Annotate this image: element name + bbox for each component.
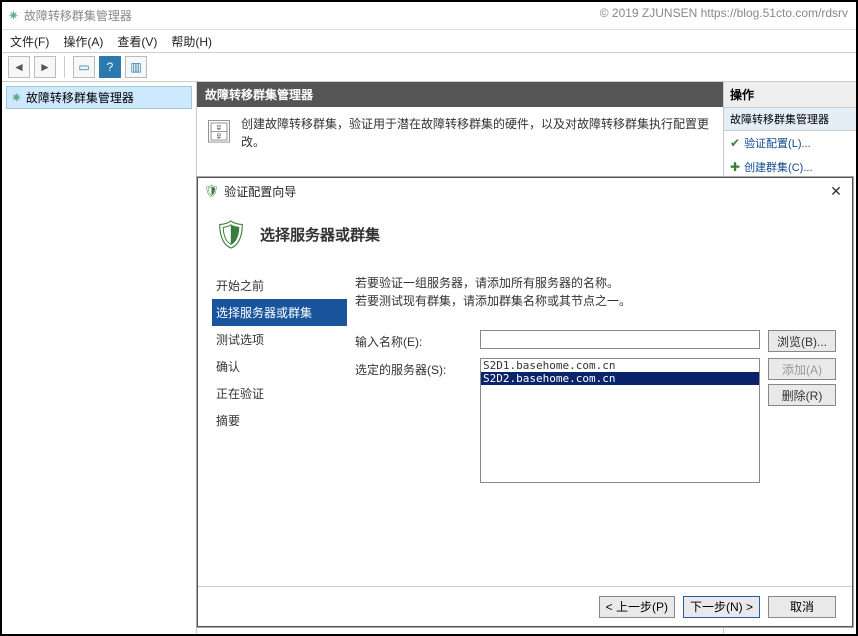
validate-icon: ✔: [730, 136, 740, 150]
action-create-cluster[interactable]: ✚ 创建群集(C)...: [724, 155, 856, 179]
nav-forward-button[interactable]: ►: [34, 56, 56, 78]
menu-bar: 文件(F) 操作(A) 查看(V) 帮助(H): [2, 30, 856, 52]
menu-action[interactable]: 操作(A): [63, 33, 103, 50]
nav-step-test-options[interactable]: 测试选项: [212, 326, 347, 353]
tree-pane: ✷ 故障转移群集管理器: [2, 82, 197, 634]
watermark: © 2019 ZJUNSEN https://blog.51cto.com/rd…: [600, 6, 848, 20]
wizard-dialog: 🛡 验证配置向导 ✕ 🛡 选择服务器或群集 开始之前 选择服务器或群集 测试选项…: [197, 177, 853, 627]
help-button[interactable]: ?: [99, 56, 121, 78]
add-button: 添加(A): [768, 358, 836, 380]
wizard-icon: 🛡: [204, 184, 219, 198]
shield-icon: 🛡: [212, 215, 250, 253]
selected-servers-label: 选定的服务器(S):: [355, 358, 480, 378]
wizard-titlebar: 🛡 验证配置向导 ✕: [198, 178, 852, 204]
wizard-instructions: 若要验证一组服务器，请添加所有服务器的名称。 若要测试现有群集，请添加群集名称或…: [355, 274, 836, 310]
toolbar: ◄ ► ▭ ? ▥: [2, 52, 856, 82]
wizard-header: 🛡 选择服务器或群集: [198, 204, 852, 264]
selected-servers-list[interactable]: S2D1.basehome.com.cn S2D2.basehome.com.c…: [480, 358, 760, 483]
action-validate[interactable]: ✔ 验证配置(L)...: [724, 131, 856, 155]
toolbar-separator: [64, 56, 65, 78]
cancel-button[interactable]: 取消: [768, 596, 836, 618]
menu-help[interactable]: 帮助(H): [171, 33, 212, 50]
nav-step-before[interactable]: 开始之前: [212, 272, 347, 299]
refresh-button[interactable]: ▥: [125, 56, 147, 78]
nav-step-summary[interactable]: 摘要: [212, 407, 347, 434]
wizard-footer: < 上一步(P) 下一步(N) > 取消: [198, 586, 852, 626]
actions-subheader: 故障转移群集管理器: [724, 108, 856, 131]
next-button[interactable]: 下一步(N) >: [683, 596, 760, 618]
nav-step-select-servers[interactable]: 选择服务器或群集: [212, 299, 347, 326]
create-icon: ✚: [730, 160, 740, 174]
cluster-large-icon: 🗄: [205, 115, 233, 151]
window-title: 故障转移群集管理器: [24, 7, 132, 24]
properties-button[interactable]: ▭: [73, 56, 95, 78]
menu-view[interactable]: 查看(V): [117, 33, 157, 50]
name-label: 输入名称(E):: [355, 330, 480, 350]
tree-root-item[interactable]: ✷ 故障转移群集管理器: [6, 86, 192, 109]
instruction-line-2: 若要测试现有群集，请添加群集名称或其节点之一。: [355, 292, 836, 310]
name-input[interactable]: [480, 330, 760, 349]
nav-step-confirm[interactable]: 确认: [212, 353, 347, 380]
instruction-line-1: 若要验证一组服务器，请添加所有服务器的名称。: [355, 274, 836, 292]
wizard-step-title: 选择服务器或群集: [260, 224, 380, 245]
center-title: 故障转移群集管理器: [197, 82, 723, 107]
cluster-icon: ✷: [11, 90, 22, 106]
server-item-2[interactable]: S2D2.basehome.com.cn: [481, 372, 759, 385]
previous-button[interactable]: < 上一步(P): [599, 596, 675, 618]
remove-button[interactable]: 删除(R): [768, 384, 836, 406]
wizard-content: 若要验证一组服务器，请添加所有服务器的名称。 若要测试现有群集，请添加群集名称或…: [347, 264, 852, 586]
actions-header: 操作: [724, 82, 856, 108]
browse-button[interactable]: 浏览(B)...: [768, 330, 836, 352]
center-description: 创建故障转移群集，验证用于潜在故障转移群集的硬件，以及对故障转移群集执行配置更改…: [241, 115, 715, 151]
tree-root-label: 故障转移群集管理器: [26, 89, 134, 106]
nav-back-button[interactable]: ◄: [8, 56, 30, 78]
nav-step-validating[interactable]: 正在验证: [212, 380, 347, 407]
menu-file[interactable]: 文件(F): [10, 33, 49, 50]
app-icon: ✷: [8, 8, 19, 24]
action-create-label: 创建群集(C)...: [744, 159, 812, 175]
wizard-nav: 开始之前 选择服务器或群集 测试选项 确认 正在验证 摘要: [198, 264, 347, 586]
action-validate-label: 验证配置(L)...: [744, 135, 811, 151]
close-button[interactable]: ✕: [826, 183, 846, 200]
wizard-title: 验证配置向导: [224, 183, 296, 200]
server-item-1[interactable]: S2D1.basehome.com.cn: [481, 359, 759, 372]
